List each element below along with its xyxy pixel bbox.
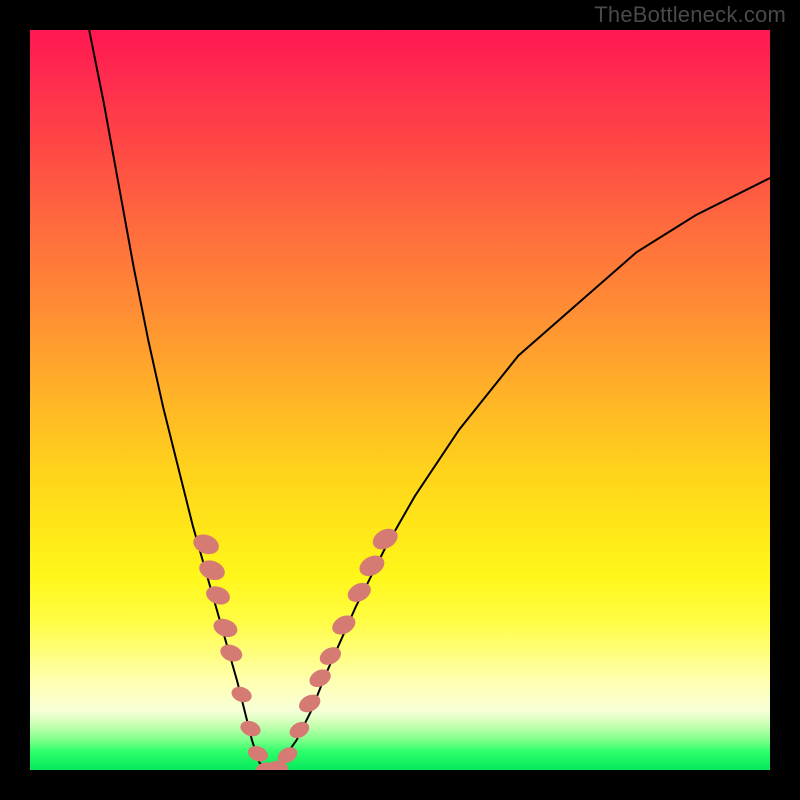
curve-layer	[30, 30, 770, 770]
curve-marker	[204, 583, 233, 608]
curve-marker	[229, 684, 254, 705]
curve-marker	[246, 743, 271, 764]
curve-marker	[218, 642, 245, 665]
curve-marker	[287, 719, 312, 742]
curve-right-branch	[267, 178, 770, 770]
curve-marker	[238, 718, 263, 739]
plot-area	[30, 30, 770, 770]
curve-marker	[261, 763, 283, 771]
chart-frame: TheBottleneck.com	[0, 0, 800, 800]
curve-markers	[191, 525, 402, 770]
watermark-text: TheBottleneck.com	[594, 2, 786, 28]
curve-marker	[196, 557, 227, 584]
curve-marker	[211, 616, 240, 641]
